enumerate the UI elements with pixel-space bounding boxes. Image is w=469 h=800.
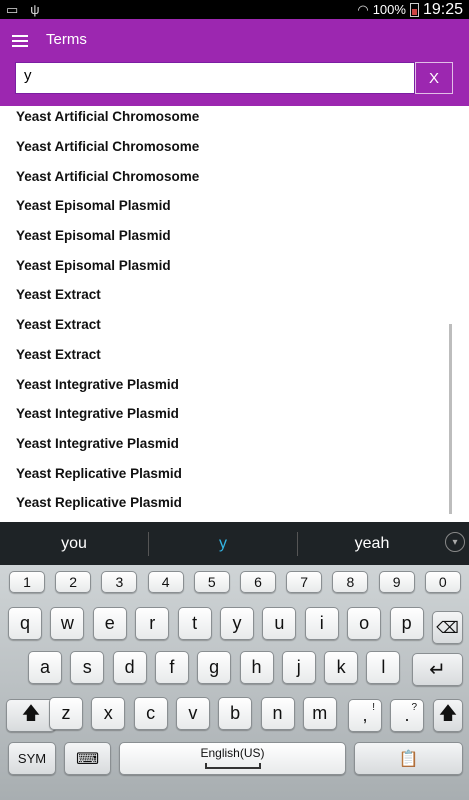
key-m[interactable]: m — [302, 697, 337, 730]
suggestion-bar: you y yeah ▾ — [0, 522, 469, 565]
comma-key-sub: ! — [372, 702, 375, 713]
enter-key[interactable]: ↵ — [412, 653, 463, 686]
key-a[interactable]: a — [28, 651, 62, 684]
key-2[interactable]: 2 — [55, 571, 92, 593]
key-q[interactable]: q — [8, 607, 42, 640]
key-7[interactable]: 7 — [286, 571, 323, 593]
key-b[interactable]: b — [218, 697, 253, 730]
status-bar: ▭ ψ ◠ 100% 19:25 — [0, 0, 469, 19]
battery-icon — [409, 2, 419, 17]
clear-search-button[interactable]: X — [415, 62, 453, 94]
backspace-icon: ⌫ — [436, 619, 459, 637]
suggestion-y[interactable]: y — [149, 535, 297, 553]
keyboard-settings-key[interactable]: ⌨ — [64, 742, 111, 775]
enter-icon: ↵ — [429, 659, 446, 681]
clipboard-icon: 📋 — [398, 750, 419, 768]
period-key-label: . — [404, 705, 410, 725]
list-item[interactable]: Yeast Artificial Chromosome — [0, 161, 469, 191]
key-s[interactable]: s — [70, 651, 105, 684]
search-input[interactable]: y — [15, 62, 415, 94]
key-t[interactable]: t — [177, 607, 212, 640]
hamburger-icon[interactable] — [12, 35, 28, 47]
key-r[interactable]: r — [135, 607, 170, 640]
comma-key[interactable]: ,! — [348, 699, 382, 732]
list-item[interactable]: Yeast Replicative Plasmid — [0, 458, 469, 488]
key-v[interactable]: v — [175, 697, 210, 730]
key-8[interactable]: 8 — [332, 571, 369, 593]
list-item[interactable]: Yeast Replicative Plasmid — [0, 488, 469, 518]
page-title: Terms — [46, 31, 87, 48]
list-item[interactable]: Yeast Integrative Plasmid — [0, 429, 469, 459]
comma-key-label: , — [362, 705, 368, 725]
list-item[interactable]: Yeast Episomal Plasmid — [0, 191, 469, 221]
keyboard-settings-icon: ⌨ — [75, 750, 100, 768]
space-key-label: English(US) — [200, 746, 265, 760]
key-0[interactable]: 0 — [424, 571, 461, 593]
keyboard: 🡅 🡅 ,! .? ⌫ ↵ SYM ⌨ English(US) 📋 123456… — [0, 565, 469, 800]
key-k[interactable]: k — [324, 651, 359, 684]
suggestion-you[interactable]: you — [0, 535, 148, 553]
sym-key[interactable]: SYM — [8, 742, 56, 775]
key-w[interactable]: w — [50, 607, 85, 640]
key-c[interactable]: c — [133, 697, 168, 730]
key-l[interactable]: l — [366, 651, 401, 684]
key-z[interactable]: z — [49, 697, 83, 730]
backspace-key[interactable]: ⌫ — [432, 611, 463, 644]
list-item[interactable]: Yeast Extract — [0, 310, 469, 340]
results-list: Yeast Artificial Chromosome Yeast Artific… — [0, 106, 469, 522]
key-y[interactable]: y — [220, 607, 254, 640]
list-item[interactable]: Yeast Extract — [0, 280, 469, 310]
clipboard-key[interactable]: 📋 — [354, 742, 463, 775]
period-key[interactable]: .? — [390, 699, 424, 732]
key-x[interactable]: x — [91, 697, 126, 730]
space-key[interactable]: English(US) — [119, 742, 346, 775]
expand-suggestions-icon[interactable]: ▾ — [445, 532, 465, 552]
key-4[interactable]: 4 — [147, 571, 184, 593]
list-item[interactable]: Yeast Episomal Plasmid — [0, 221, 469, 251]
clock: 19:25 — [422, 0, 463, 18]
screen-cast-icon: ▭ — [6, 2, 19, 17]
list-item[interactable]: Yeast Artificial Chromosome — [0, 132, 469, 162]
list-item[interactable]: Yeast Extract — [0, 340, 469, 370]
list-item[interactable]: Yeast Integrative Plasmid — [0, 369, 469, 399]
wifi-icon: ◠ — [357, 2, 369, 17]
list-scrollbar[interactable] — [449, 324, 452, 514]
app-bar: Terms y X — [0, 19, 469, 106]
key-n[interactable]: n — [260, 697, 295, 730]
key-9[interactable]: 9 — [378, 571, 415, 593]
battery-percent: 100% — [372, 2, 406, 17]
list-item[interactable]: Yeast Episomal Plasmid — [0, 250, 469, 280]
key-j[interactable]: j — [281, 651, 316, 684]
key-f[interactable]: f — [154, 651, 189, 684]
key-i[interactable]: i — [304, 607, 339, 640]
key-p[interactable]: p — [389, 607, 424, 640]
suggestion-yeah[interactable]: yeah — [298, 535, 446, 553]
key-d[interactable]: d — [112, 651, 147, 684]
key-g[interactable]: g — [197, 651, 232, 684]
period-key-sub: ? — [411, 702, 417, 713]
key-o[interactable]: o — [347, 607, 382, 640]
usb-icon: ψ — [30, 2, 40, 17]
list-item[interactable]: Yeast Artificial Chromosome — [0, 106, 469, 132]
key-u[interactable]: u — [262, 607, 297, 640]
key-1[interactable]: 1 — [9, 571, 45, 593]
key-3[interactable]: 3 — [101, 571, 138, 593]
key-6[interactable]: 6 — [240, 571, 276, 593]
key-e[interactable]: e — [92, 607, 127, 640]
key-5[interactable]: 5 — [193, 571, 230, 593]
key-h[interactable]: h — [239, 651, 274, 684]
shift-key-right[interactable]: 🡅 — [433, 699, 463, 732]
list-item[interactable]: Yeast Integrative Plasmid — [0, 399, 469, 429]
space-bar-icon — [204, 763, 261, 769]
